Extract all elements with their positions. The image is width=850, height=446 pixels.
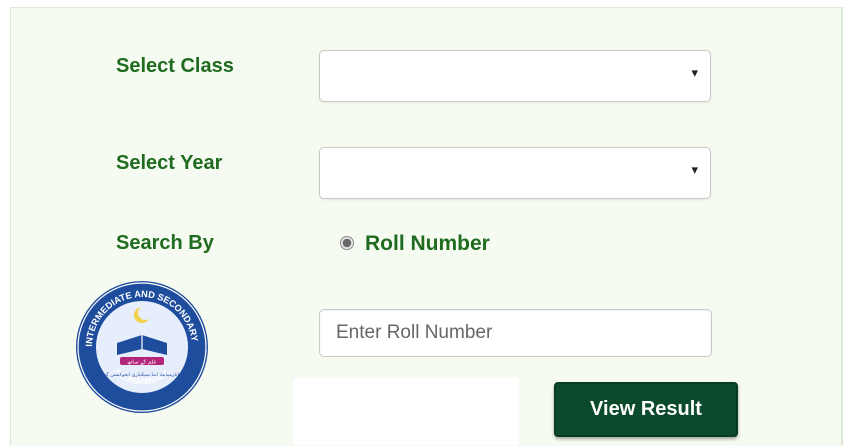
dropdown-arrow-icon: ▾ <box>691 65 698 80</box>
logo-ribbon-text: علم کے ساتھ <box>127 359 156 366</box>
roll-number-radio-label[interactable]: Roll Number <box>365 232 490 256</box>
select-class-dropdown[interactable]: ▾ <box>319 50 711 102</box>
roll-number-radio[interactable] <box>340 236 354 250</box>
select-year-dropdown[interactable]: ▾ <box>319 147 711 199</box>
select-year-label: Select Year <box>116 152 223 174</box>
select-class-label: Select Class <box>116 55 234 77</box>
bise-gujranwala-logo: BOARD OF INTERMEDIATE AND SECONDARY EDUC… <box>72 277 208 413</box>
view-result-button[interactable]: View Result <box>554 382 738 437</box>
roll-number-input[interactable] <box>319 309 712 357</box>
page: Select Class ▾ Select Year ▾ Search By R… <box>0 0 850 446</box>
search-by-label: Search By <box>116 232 214 254</box>
dropdown-arrow-icon: ▾ <box>691 162 698 177</box>
logo-urdu-text: بورڈ آف انٹرمیڈیٹ اینڈ سیکنڈری ایجوکیشن … <box>88 371 197 378</box>
form-footer-spacer <box>293 378 519 445</box>
